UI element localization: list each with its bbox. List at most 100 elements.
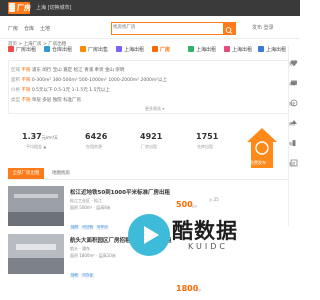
filter-option-active[interactable]: 不限 <box>21 88 30 93</box>
listing-price: 1800 <box>176 284 199 293</box>
nav-item-3[interactable]: 上海出租 <box>116 45 144 56</box>
filter-option[interactable]: 2000m²以上 <box>140 78 167 83</box>
filter-option-active[interactable]: 不限 <box>21 68 30 73</box>
nav-item-2[interactable]: 厂房出售 <box>80 45 108 56</box>
filter-option[interactable]: 崇明 <box>115 68 124 73</box>
sidebar-label: 反馈 <box>289 162 296 166</box>
tab-all-listings[interactable]: 全部厂房出租 <box>8 168 44 179</box>
filter-option[interactable]: 单层 <box>32 98 41 103</box>
stat-listings-label: 在租房源 <box>86 144 102 149</box>
filter-option[interactable]: 青浦 <box>84 68 93 73</box>
sidebar-label: 置顶 <box>289 122 296 126</box>
filter-option[interactable]: 多层 <box>42 98 51 103</box>
listing-tag: 可分割 <box>81 225 94 230</box>
nav-item-1[interactable]: 仓库出租 <box>44 45 72 56</box>
logo-icon <box>9 3 15 12</box>
filter-option[interactable]: 1000-2000m² <box>108 78 139 83</box>
logo-text: 厂房 <box>17 4 31 12</box>
nav-4-icon <box>152 46 158 52</box>
filter-option[interactable]: 500-1000m² <box>79 78 107 83</box>
listing-tabs <box>8 168 288 180</box>
nav-3-icon <box>116 46 122 52</box>
filter-label: 类型 <box>11 98 20 103</box>
stat-listings: 6426 <box>85 132 108 141</box>
listing-price-unit: m² <box>192 204 198 209</box>
filter-option[interactable]: 金山 <box>105 68 114 73</box>
nav-2-icon <box>80 46 86 52</box>
play-icon <box>144 226 159 244</box>
filter-option[interactable]: 独院 <box>53 98 62 103</box>
filter-option[interactable]: 闵行 <box>42 68 51 73</box>
tab-map-search[interactable]: 地图找房 <box>52 168 70 179</box>
filter-label: 价格 <box>11 88 20 93</box>
search-tab-warehouse[interactable]: 仓库 <box>24 25 34 32</box>
filter-label: 面积 <box>11 78 20 83</box>
nav-item-4[interactable]: 厂房 <box>152 45 170 56</box>
city-switcher[interactable]: 上海 [切换城市] <box>36 4 72 11</box>
listing-meta: 面积 500m² · 层高8米 <box>70 205 111 210</box>
filter-option[interactable]: 0.5-1元 <box>54 88 70 93</box>
listing-price-unit: m² <box>196 288 202 293</box>
listing-title[interactable]: 松江近地铁50到1000平米标准厂房出租 <box>70 188 170 196</box>
stat-warehouses: 1751 <box>196 132 219 141</box>
history-icon[interactable] <box>290 92 298 107</box>
header-actions[interactable]: 发布 登录 <box>252 24 274 31</box>
stat-avg-rent-label: 平均租金 ▲ <box>26 144 47 149</box>
search-tab-land[interactable]: 土地 <box>40 25 50 32</box>
filter-option[interactable]: 浦东 <box>32 68 41 73</box>
stat-avg-rent: 1.37元/m²/天 <box>22 132 58 141</box>
nav-7-icon <box>258 46 264 52</box>
filter-option[interactable]: 奉贤 <box>95 68 104 73</box>
nav-item-7[interactable]: 上海出租 <box>258 45 286 56</box>
phone-icon[interactable] <box>290 132 298 146</box>
watermark-text: 酷数据 <box>172 219 238 243</box>
listing-tag: 可环评 <box>95 225 109 230</box>
search-button[interactable] <box>223 22 235 35</box>
filter-row-area: 区域 不限 浦东 闵行 宝山 嘉定 松江 青浦 奉贤 金山 崇明 <box>11 67 124 73</box>
listing-thumbnail[interactable] <box>8 186 64 226</box>
sidebar-label: 电话 <box>289 142 296 146</box>
feedback-icon[interactable] <box>290 152 298 167</box>
listing-tags: 独院 可分割 可环评 <box>70 213 111 232</box>
nav-item-0[interactable]: 厂房出租 <box>8 45 36 56</box>
filter-option[interactable]: 宝山 <box>53 68 62 73</box>
stat-factories-label: 厂房出租 <box>141 144 157 149</box>
stat-factories: 4921 <box>140 132 163 141</box>
filter-option[interactable]: 0.5元以下 <box>32 88 53 93</box>
nav-item-6[interactable]: 上海出租 <box>224 45 252 56</box>
filter-option[interactable]: 嘉定 <box>63 68 72 73</box>
nav-5-icon <box>188 46 194 52</box>
listing-tag: 独院 <box>70 225 80 230</box>
listing-thumbnail[interactable] <box>8 234 64 274</box>
nav-0-icon <box>8 46 14 52</box>
listing-tag: 独栋 <box>70 273 80 278</box>
search-icon <box>225 27 233 34</box>
arrow-up-icon[interactable] <box>290 112 298 124</box>
search-tab-factory[interactable]: 厂房 <box>8 25 18 32</box>
watermark-logo <box>128 214 170 256</box>
heart-icon[interactable] <box>290 52 298 66</box>
listing-tags: 独栋 可办证 <box>70 261 96 280</box>
filter-row-type: 类型 不限 单层 多层 独院 标准厂房 <box>11 97 81 103</box>
message-icon[interactable] <box>290 72 298 85</box>
promo-text: 免费发布 <box>250 160 266 165</box>
more-filters-link[interactable]: 更多筛选 ▾ <box>145 106 164 112</box>
sidebar-label: 历史 <box>289 102 296 106</box>
filter-option-active[interactable]: 不限 <box>21 98 30 103</box>
listing-address: 航头 - 浦东 <box>70 246 90 251</box>
filter-option-active[interactable]: 不限 <box>21 78 30 83</box>
factory-photo <box>8 186 64 226</box>
filter-option[interactable]: 松江 <box>74 68 83 73</box>
nav-item-5[interactable]: 上海出租 <box>188 45 216 56</box>
filter-option[interactable]: 300-500m² <box>53 78 78 83</box>
factory-photo <box>8 234 64 274</box>
nav-6-icon <box>224 46 230 52</box>
filter-option[interactable]: 1.5元以上 <box>89 88 110 93</box>
watermark-subtext: KUIDC <box>188 242 228 251</box>
filter-option[interactable]: 0-300m² <box>32 78 51 83</box>
filter-label: 区域 <box>11 68 20 73</box>
search-input[interactable] <box>113 23 213 32</box>
filter-option[interactable]: 1-1.5元 <box>72 88 88 93</box>
filter-option[interactable]: 标准厂房 <box>63 98 81 103</box>
listing-meta: 面积 1800m² · 层高10米 <box>70 253 116 258</box>
